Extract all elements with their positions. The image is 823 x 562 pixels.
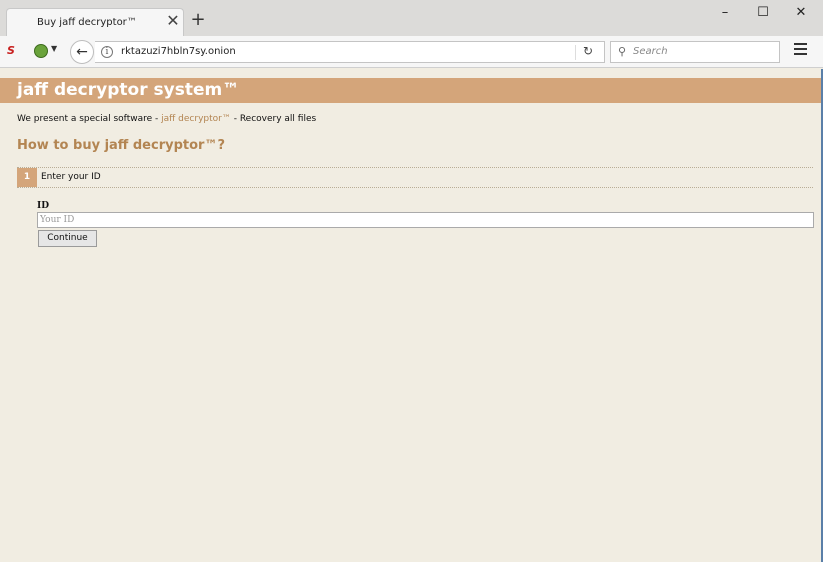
search-placeholder: Search <box>633 46 668 57</box>
window-close-icon[interactable]: ✕ <box>786 2 816 24</box>
url-bar[interactable]: i rktazuzi7hbln7sy.onion ↻ <box>95 41 605 63</box>
hamburger-menu-icon[interactable] <box>794 43 810 57</box>
search-input[interactable]: ⚲ Search <box>610 41 780 63</box>
intro-suffix: - Recovery all files <box>230 114 317 124</box>
browser-titlebar: Buy jaff decryptor™ ✕ + – ☐ ✕ <box>0 0 823 36</box>
chevron-down-icon[interactable]: ▼ <box>51 44 57 53</box>
noscript-icon[interactable]: S <box>7 44 15 57</box>
continue-button[interactable]: Continue <box>38 230 97 247</box>
window-maximize-icon[interactable]: ☐ <box>748 2 778 24</box>
site-title: jaff decryptor system™ <box>17 80 240 100</box>
tab-title: Buy jaff decryptor™ <box>37 17 137 28</box>
step-number: 1 <box>17 168 37 187</box>
window-minimize-icon[interactable]: – <box>710 2 740 24</box>
url-text[interactable]: rktazuzi7hbln7sy.onion <box>121 46 236 57</box>
intro-prefix: We present a special software - <box>17 114 162 124</box>
url-divider <box>575 45 576 60</box>
id-label: ID <box>37 201 50 211</box>
info-icon[interactable]: i <box>101 46 113 58</box>
step-row: 1 Enter your ID <box>17 167 813 188</box>
id-input[interactable] <box>37 212 814 228</box>
page-title: How to buy jaff decryptor™? <box>17 138 225 153</box>
browser-navbar: S ▼ i rktazuzi7hbln7sy.onion ↻ ← ⚲ Searc… <box>0 36 823 68</box>
tab-active[interactable]: Buy jaff decryptor™ ✕ <box>6 8 184 36</box>
tab-close-icon[interactable]: ✕ <box>164 12 182 30</box>
reload-icon[interactable]: ↻ <box>583 44 593 58</box>
back-arrow-icon[interactable]: ← <box>70 40 94 64</box>
new-tab-icon[interactable]: + <box>189 11 207 29</box>
onion-icon[interactable] <box>34 44 48 58</box>
search-icon: ⚲ <box>618 45 627 58</box>
intro-highlight: jaff decryptor™ <box>161 114 231 124</box>
site-header: jaff decryptor system™ <box>0 78 821 103</box>
step-label: Enter your ID <box>41 172 101 182</box>
page-content: jaff decryptor system™ We present a spec… <box>0 69 821 562</box>
intro-text: We present a special software - jaff dec… <box>17 114 316 124</box>
